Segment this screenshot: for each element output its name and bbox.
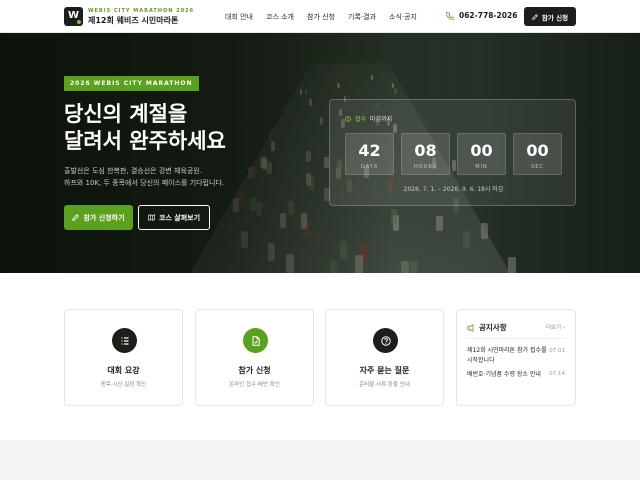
document-icon: [252, 335, 260, 346]
card-faq-icon-circle: [373, 328, 398, 353]
notice-divider: [467, 338, 565, 339]
nav-item-course[interactable]: 코스 소개: [266, 12, 294, 22]
hero-desc-line1: 출발선은 도심 한복판, 결승선은 강변 체육공원.: [64, 167, 202, 175]
megaphone-icon: [467, 323, 474, 332]
header-apply-button[interactable]: 참가 신청: [524, 7, 576, 26]
main-nav: 대회 안내 코스 소개 참가 신청 기록·결과 소식·공지: [225, 12, 417, 22]
hero-description: 출발선은 도심 한복판, 결승선은 강변 체육공원. 하프와 10K, 두 종목…: [64, 165, 224, 189]
logo-dot: [77, 20, 81, 24]
quick-links-section: 대회 요강 종목·시상·일정 확인 참가 신청 온라인 접수·배번 확인 자주 …: [0, 273, 640, 440]
hero-apply-label: 참가 신청하기: [83, 213, 125, 222]
notice-item-1-date: 07.01: [549, 348, 565, 354]
card-apply-title: 참가 신청: [238, 366, 271, 375]
card-guidelines[interactable]: 대회 요강 종목·시상·일정 확인: [64, 309, 183, 406]
phone-icon: [446, 11, 454, 20]
logo-mark[interactable]: W: [64, 7, 83, 26]
countdown-seconds-value: 00: [526, 141, 549, 160]
card-apply-icon-circle: [243, 328, 268, 353]
countdown-minutes-unit: MIN: [475, 164, 488, 170]
countdown-hours: 08 HOURS: [401, 133, 450, 175]
hero-title-line2: 달려서 완주하세요: [64, 129, 226, 153]
countdown-label-accent: 접수: [355, 116, 367, 123]
nav-item-apply[interactable]: 참가 신청: [307, 12, 335, 22]
notice-item-1[interactable]: 제12회 시민마라톤 참가 접수를 시작합니다: [467, 346, 551, 365]
logo-title[interactable]: 제12회 웨비즈 시민마라톤: [88, 15, 178, 26]
phone-number[interactable]: 062-778-2026: [446, 11, 517, 20]
site-header: W WEBIS CITY MARATHON 2026 제12회 웨비즈 시민마라…: [0, 0, 640, 33]
countdown-date-range: 2026. 7. 1. – 2026. 9. 6. 18시 마감: [403, 186, 504, 193]
countdown-seconds: 00 SEC: [513, 133, 562, 175]
map-icon: [147, 214, 155, 221]
card-apply-subtitle: 온라인 접수·배번 확인: [229, 382, 280, 388]
notice-more-link[interactable]: 더보기 ›: [546, 323, 565, 331]
countdown-days: 42 DAYS: [345, 133, 394, 175]
notice-title: 공지사항: [479, 323, 507, 332]
clock-icon: [345, 115, 351, 122]
countdown-label: 접수 마감까지: [345, 114, 392, 123]
hero-apply-button[interactable]: 참가 신청하기: [64, 205, 133, 230]
hero-desc-line2: 하프와 10K, 두 종목에서 당신의 페이스를 기다립니다.: [64, 179, 225, 187]
countdown-hours-value: 08: [414, 141, 437, 160]
card-guidelines-icon-circle: [112, 328, 137, 353]
countdown-days-unit: DAYS: [360, 164, 379, 170]
logo-subtitle: WEBIS CITY MARATHON 2026: [88, 8, 195, 14]
hero-course-label: 코스 살펴보기: [158, 213, 201, 222]
pencil-icon: [72, 214, 80, 221]
notice-item-2[interactable]: 배번호·기념품 수령 장소 안내: [467, 370, 551, 380]
hero-section: 2026 WEBIS CITY MARATHON 당신의 계절을 달려서 완주하…: [0, 33, 640, 273]
countdown-panel: 접수 마감까지 42 DAYS 08 HOURS 00 MIN 00 SEC 2…: [329, 99, 576, 206]
card-guidelines-subtitle: 종목·시상·일정 확인: [100, 382, 147, 388]
countdown-minutes: 00 MIN: [457, 133, 506, 175]
card-faq-title: 자주 묻는 질문: [359, 366, 410, 375]
list-icon: [121, 336, 128, 345]
pencil-icon: [532, 13, 538, 20]
notice-header: 공지사항: [467, 322, 507, 333]
nav-item-news[interactable]: 소식·공지: [389, 12, 417, 22]
question-icon: [380, 335, 391, 346]
countdown-hours-unit: HOURS: [413, 164, 437, 170]
countdown-days-value: 42: [358, 141, 381, 160]
countdown-seconds-unit: SEC: [531, 164, 544, 170]
card-apply[interactable]: 참가 신청 온라인 접수·배번 확인: [195, 309, 314, 406]
phone-text: 062-778-2026: [459, 11, 518, 20]
header-apply-label: 참가 신청: [541, 13, 569, 22]
notice-item-2-date: 07.14: [549, 371, 565, 377]
hero-title-line1: 당신의 계절을: [64, 102, 188, 126]
countdown-minutes-value: 00: [470, 141, 493, 160]
countdown-label-text: 마감까지: [370, 116, 393, 123]
notice-panel: 공지사항 더보기 › 제12회 시민마라톤 참가 접수를 시작합니다 07.01…: [456, 309, 576, 406]
hero-title: 당신의 계절을 달려서 완주하세요: [64, 101, 226, 155]
hero-badge: 2026 WEBIS CITY MARATHON: [64, 76, 199, 91]
card-faq[interactable]: 자주 묻는 질문 준비물·서류·환불 안내: [325, 309, 444, 406]
card-guidelines-title: 대회 요강: [107, 366, 140, 375]
nav-item-records[interactable]: 기록·결과: [348, 12, 376, 22]
nav-item-info[interactable]: 대회 안내: [225, 12, 253, 22]
card-faq-subtitle: 준비물·서류·환불 안내: [359, 382, 410, 388]
footer-band: [0, 440, 640, 480]
hero-course-button[interactable]: 코스 살펴보기: [138, 205, 210, 230]
